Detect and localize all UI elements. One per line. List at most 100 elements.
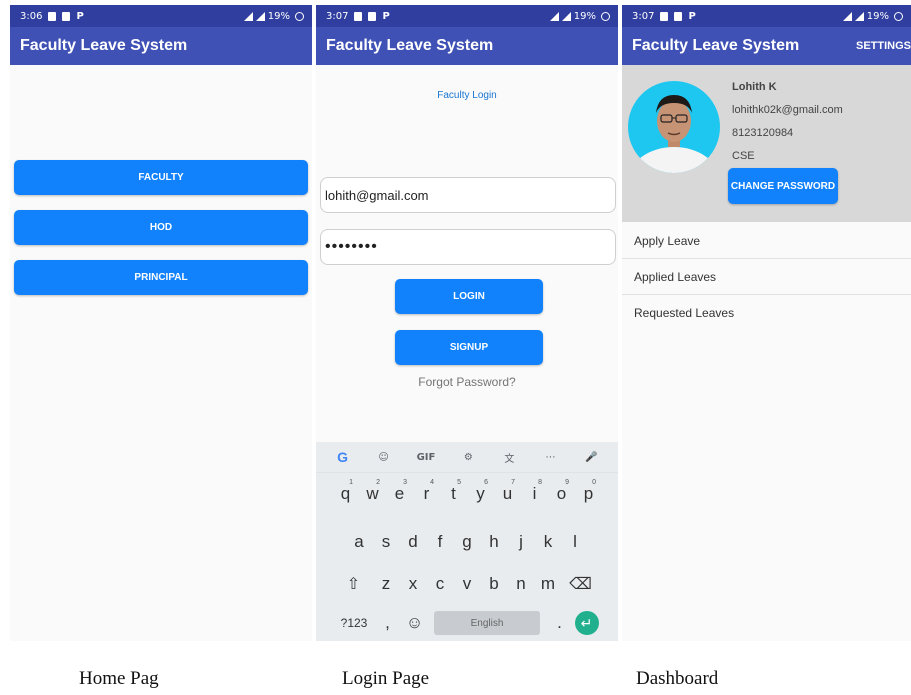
shift-icon[interactable]: ⇧ [335, 568, 373, 600]
dashboard-screen: 3:07 P 19% Faculty Leave System SETTINGS [622, 5, 911, 641]
email-field[interactable]: lohith@gmail.com [320, 177, 616, 213]
battery-icon [894, 11, 903, 21]
app-title: Faculty Leave System [326, 37, 494, 54]
parking-icon: P [76, 10, 84, 22]
enter-icon[interactable]: ↵ [574, 611, 599, 635]
app-title: Faculty Leave System [632, 37, 800, 54]
key-c[interactable]: c [427, 568, 454, 600]
caption-dashboard: Dashboard [636, 668, 719, 689]
applied-leaves-item[interactable]: Applied Leaves [622, 259, 911, 295]
key-v[interactable]: v [454, 568, 481, 600]
key-i[interactable]: i8 [521, 478, 548, 510]
profile-name: Lohith K [732, 81, 777, 93]
google-icon[interactable]: G [335, 449, 351, 465]
avatar [628, 81, 720, 173]
translate-icon[interactable]: 文 [501, 450, 517, 465]
home-screen: 3:06 P 19% Faculty Leave System FACULTY … [10, 5, 312, 641]
key-x[interactable]: x [400, 568, 427, 600]
key-b[interactable]: b [481, 568, 508, 600]
key-e[interactable]: e3 [386, 478, 413, 510]
emoji-icon[interactable]: ☺ [401, 607, 428, 639]
key-hint: 4 [430, 479, 434, 486]
forgot-password-link[interactable]: Forgot Password? [316, 375, 618, 389]
key-row-4: ?123 , ☺ English . ↵ [316, 605, 618, 641]
login-button[interactable]: LOGIN [395, 279, 543, 314]
key-l[interactable]: l [562, 526, 589, 558]
gif-button[interactable]: GIF [417, 452, 436, 463]
key-n[interactable]: n [508, 568, 535, 600]
key-p[interactable]: p0 [575, 478, 602, 510]
key-q[interactable]: q1 [332, 478, 359, 510]
key-s[interactable]: s [373, 526, 400, 558]
key-m[interactable]: m [535, 568, 562, 600]
notification-icon [354, 11, 363, 21]
key-k[interactable]: k [535, 526, 562, 558]
requested-leaves-item[interactable]: Requested Leaves [622, 295, 911, 331]
key-y[interactable]: y6 [467, 478, 494, 510]
key-hint: 0 [592, 479, 596, 486]
key-f[interactable]: f [427, 526, 454, 558]
profile-photo [629, 95, 719, 173]
settings-button[interactable]: SETTINGS [856, 40, 911, 52]
battery-percent: 19% [866, 10, 889, 22]
period-key[interactable]: . [546, 607, 573, 639]
password-field[interactable]: •••••••• [320, 229, 616, 265]
profile-card: Lohith K lohithk02k@gmail.com 8123120984… [622, 65, 911, 222]
status-bar: 3:07 P 19% [316, 5, 618, 27]
signal-icon [854, 11, 864, 21]
key-hint: 9 [565, 479, 569, 486]
more-icon[interactable]: ⋯ [542, 452, 558, 463]
change-password-button[interactable]: CHANGE PASSWORD [728, 168, 838, 204]
app-bar: Faculty Leave System [10, 27, 312, 65]
principal-button[interactable]: PRINCIPAL [14, 260, 308, 295]
space-key[interactable]: English [434, 611, 540, 635]
faculty-login-heading: Faculty Login [437, 90, 497, 101]
microphone-icon[interactable]: 🎤 [583, 452, 599, 463]
notification-icon [674, 11, 683, 21]
signal-icon [561, 11, 571, 21]
key-hint: 2 [376, 479, 380, 486]
key-u[interactable]: u7 [494, 478, 521, 510]
faculty-button[interactable]: FACULTY [14, 160, 308, 195]
login-screen: 3:07 P 19% Faculty Leave System Faculty … [316, 5, 618, 641]
key-w[interactable]: w2 [359, 478, 386, 510]
key-hint: 3 [403, 479, 407, 486]
settings-gear-icon[interactable]: ⚙ [460, 452, 476, 463]
app-bar: Faculty Leave System [316, 27, 618, 65]
key-o[interactable]: o9 [548, 478, 575, 510]
app-title: Faculty Leave System [20, 37, 188, 54]
key-hint: 5 [457, 479, 461, 486]
key-hint: 7 [511, 479, 515, 486]
key-d[interactable]: d [400, 526, 427, 558]
status-time: 3:07 [326, 10, 349, 22]
battery-icon [601, 11, 610, 21]
key-j[interactable]: j [508, 526, 535, 558]
key-z[interactable]: z [373, 568, 400, 600]
status-bar: 3:07 P 19% [622, 5, 911, 27]
key-t[interactable]: t5 [440, 478, 467, 510]
sticker-icon[interactable]: ☺ [376, 452, 392, 463]
key-h[interactable]: h [481, 526, 508, 558]
wifi-icon [549, 11, 559, 21]
key-g[interactable]: g [454, 526, 481, 558]
key-row-1: q1w2e3r4t5y6u7i8o9p0 [316, 476, 618, 512]
signup-button[interactable]: SIGNUP [395, 330, 543, 365]
battery-icon [295, 11, 304, 21]
symbols-key[interactable]: ?123 [334, 607, 374, 639]
signal-icon [255, 11, 265, 21]
hod-button[interactable]: HOD [14, 210, 308, 245]
key-hint: 6 [484, 479, 488, 486]
wifi-icon [243, 11, 253, 21]
wifi-icon [842, 11, 852, 21]
battery-percent: 19% [267, 10, 290, 22]
status-time: 3:06 [20, 10, 43, 22]
key-row-2: asdfghjkl [316, 524, 618, 560]
key-r[interactable]: r4 [413, 478, 440, 510]
comma-key[interactable]: , [374, 607, 401, 639]
parking-icon: P [688, 10, 696, 22]
key-a[interactable]: a [346, 526, 373, 558]
apply-leave-item[interactable]: Apply Leave [622, 223, 911, 259]
soft-keyboard: G ☺ GIF ⚙ 文 ⋯ 🎤 q1w2e3r4t5y6u7i8o9p0 asd… [316, 442, 618, 641]
status-bar: 3:06 P 19% [10, 5, 312, 27]
backspace-icon[interactable]: ⌫ [562, 568, 600, 600]
